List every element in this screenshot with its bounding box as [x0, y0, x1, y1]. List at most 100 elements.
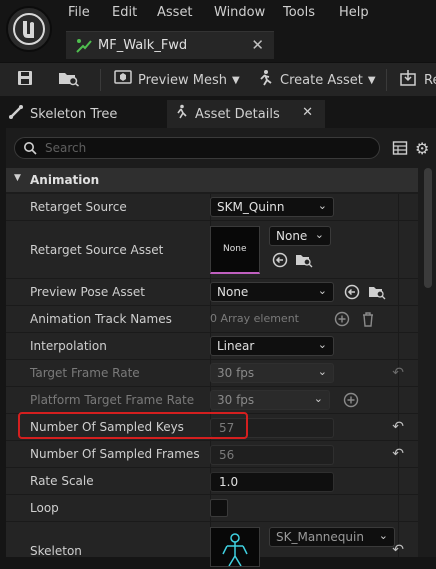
property-row-skeleton: Skeleton SK_Mannequin ⌄ ↶	[6, 522, 418, 567]
close-icon[interactable]: ✕	[302, 105, 313, 120]
add-element-icon[interactable]	[333, 310, 351, 328]
menu-tools[interactable]: Tools	[283, 5, 315, 20]
chevron-down-icon: ⌄	[314, 228, 324, 241]
create-asset-label: Create Asset	[280, 72, 363, 88]
property-row-retarget-source-asset: Retarget Source Asset None None ⌄	[6, 221, 418, 279]
table-view-icon[interactable]	[392, 140, 408, 159]
property-row-preview-pose-asset: Preview Pose Asset None ⌄	[6, 279, 418, 306]
menu-help[interactable]: Help	[339, 5, 369, 20]
loop-checkbox[interactable]	[210, 499, 228, 517]
reimport-label: Re	[424, 72, 436, 88]
tab-skeleton-tree-label: Skeleton Tree	[30, 106, 118, 122]
combo-value: SK_Mannequin	[276, 530, 364, 544]
menu-asset[interactable]: Asset	[157, 5, 193, 20]
number-of-sampled-frames-field[interactable]: 56	[210, 445, 334, 465]
preview-pose-asset-combo[interactable]: None ⌄	[210, 282, 334, 302]
thumbnail-text: None	[223, 244, 247, 254]
browse-icon[interactable]	[368, 283, 386, 301]
use-selected-icon[interactable]	[343, 283, 361, 301]
running-figure-icon	[173, 104, 189, 124]
combo-value: None	[276, 229, 308, 243]
asset-thumbnail[interactable]: None	[210, 226, 260, 274]
browse-icon[interactable]	[295, 251, 313, 269]
tab-skeleton-tree[interactable]: Skeleton Tree	[8, 100, 117, 128]
running-figure-icon	[256, 69, 274, 91]
scrollbar[interactable]	[424, 168, 432, 288]
category-animation[interactable]: ▼ Animation	[6, 168, 418, 192]
menu-file[interactable]: File	[68, 5, 90, 20]
chevron-down-icon: ⌄	[317, 338, 327, 351]
rate-scale-field[interactable]: 1.0	[210, 472, 334, 492]
chevron-down-icon: ▼	[367, 74, 376, 86]
tab-asset-details-label: Asset Details	[195, 106, 280, 122]
skeleton-thumbnail[interactable]	[210, 527, 260, 567]
toolbar: Preview Mesh ▼ Create Asset ▼ Re	[0, 62, 436, 96]
search-placeholder: Search	[45, 141, 87, 155]
property-row-animation-track-names: Animation Track Names 0 Array element	[6, 306, 418, 333]
panel-tab-bar: Skeleton Tree Asset Details ✕	[0, 98, 436, 128]
search-input[interactable]: Search	[14, 137, 380, 159]
search-icon	[23, 141, 37, 158]
property-label: Retarget Source Asset	[30, 243, 164, 257]
property-label: Platform Target Frame Rate	[30, 393, 195, 407]
use-selected-icon[interactable]	[271, 251, 289, 269]
combo-value: Linear	[217, 339, 255, 353]
save-icon	[16, 69, 34, 91]
folder-search-icon	[58, 69, 80, 91]
target-frame-rate-combo[interactable]: 30 fps ⌄	[210, 363, 334, 383]
reset-to-default-icon[interactable]: ↶	[392, 419, 404, 435]
platform-target-frame-rate-combo[interactable]: 30 fps ⌄	[210, 390, 330, 410]
reset-to-default-icon[interactable]: ↶	[392, 542, 404, 558]
chevron-down-icon: ⌄	[313, 392, 323, 405]
chevron-down-icon: ⌄	[317, 284, 327, 297]
document-tab[interactable]: MF_Walk_Fwd ✕	[66, 31, 274, 59]
reset-to-default-icon[interactable]: ↶	[392, 446, 404, 462]
property-row-platform-target-frame-rate: Platform Target Frame Rate 30 fps ⌄	[6, 387, 418, 414]
combo-value: 30 fps	[217, 366, 255, 380]
property-label: Number Of Sampled Frames	[30, 447, 200, 461]
property-label: Loop	[30, 501, 59, 515]
property-label: Retarget Source	[30, 200, 127, 214]
property-row-target-frame-rate: Target Frame Rate 30 fps ⌄ ↶	[6, 360, 418, 387]
gear-icon[interactable]: ⚙	[415, 139, 429, 158]
unreal-logo-icon[interactable]	[6, 6, 52, 52]
reset-to-default-icon[interactable]: ↶	[392, 365, 404, 381]
skeleton-combo[interactable]: SK_Mannequin ⌄	[269, 527, 395, 547]
chevron-down-icon: ⌄	[378, 529, 388, 542]
document-tab-title: MF_Walk_Fwd	[98, 38, 188, 53]
menu-edit[interactable]: Edit	[112, 5, 137, 20]
save-button[interactable]	[16, 67, 34, 93]
property-label: Interpolation	[30, 339, 107, 353]
combo-value: SKM_Quinn	[217, 200, 285, 214]
highlight-box	[18, 412, 248, 439]
preview-mesh-icon	[114, 70, 132, 90]
close-icon[interactable]: ✕	[251, 36, 264, 54]
interpolation-combo[interactable]: Linear ⌄	[210, 336, 334, 356]
field-value: 56	[219, 448, 235, 462]
trash-icon[interactable]	[359, 310, 377, 328]
property-row-loop: Loop	[6, 495, 418, 522]
chevron-down-icon: ▼	[14, 173, 21, 183]
animation-sequence-icon	[75, 37, 93, 58]
array-count: 0 Array element	[210, 312, 299, 325]
tab-asset-details[interactable]: Asset Details ✕	[167, 100, 325, 128]
property-label: Preview Pose Asset	[30, 285, 145, 299]
property-row-interpolation: Interpolation Linear ⌄	[6, 333, 418, 360]
category-title: Animation	[30, 173, 100, 187]
retarget-source-asset-combo[interactable]: None ⌄	[269, 226, 331, 246]
bone-icon	[8, 104, 24, 124]
add-element-icon[interactable]	[342, 391, 360, 409]
menu-window[interactable]: Window	[214, 5, 265, 20]
chevron-down-icon: ▼	[231, 74, 240, 86]
browse-asset-button[interactable]	[58, 67, 80, 93]
retarget-source-combo[interactable]: SKM_Quinn ⌄	[210, 197, 334, 217]
reimport-button[interactable]: Re	[400, 67, 436, 93]
property-label: Animation Track Names	[30, 312, 172, 326]
preview-mesh-label: Preview Mesh	[138, 72, 227, 88]
property-row-rate-scale: Rate Scale 1.0	[6, 468, 418, 495]
preview-mesh-button[interactable]: Preview Mesh ▼	[114, 67, 240, 93]
field-value: 1.0	[219, 475, 239, 489]
skeleton-figure-icon	[222, 533, 248, 567]
property-label: Rate Scale	[30, 474, 94, 488]
create-asset-button[interactable]: Create Asset ▼	[256, 67, 376, 93]
